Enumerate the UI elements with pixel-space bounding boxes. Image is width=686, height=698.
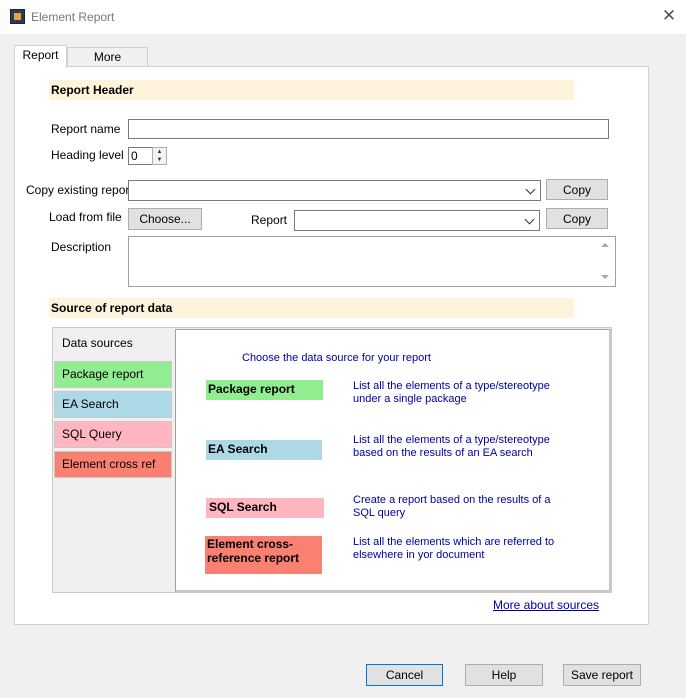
source-section: Source of report data [49,298,574,318]
ea-search-description: List all the elements of a type/stereoty… [353,434,550,459]
tab-more-settings[interactable]: More settings... [67,47,148,83]
heading-level-input[interactable]: 0 [128,147,153,165]
copy-button-2[interactable]: Copy [546,208,608,229]
tab-data-sources[interactable]: Data sources [54,330,172,357]
description-textarea[interactable] [128,236,616,287]
chevron-down-icon[interactable] [525,184,536,195]
cancel-button[interactable]: Cancel [366,664,443,686]
report-combo[interactable] [294,210,540,231]
tab-element-cross-ref[interactable]: Element cross ref [54,451,172,478]
data-source-heading: Choose the data source for your report [242,352,431,364]
chevron-down-icon[interactable] [524,214,535,225]
description-label: Description [51,240,112,254]
ea-search-option[interactable]: EA Search [206,440,322,460]
close-icon[interactable]: ✕ [660,6,678,26]
scroll-up-icon[interactable] [601,243,609,247]
heading-level-label: Heading level [51,148,124,162]
choose-button[interactable]: Choose... [128,208,202,230]
package-report-option[interactable]: Package report [206,380,323,400]
load-from-file-label: Load from file [49,210,122,224]
sql-search-option[interactable]: SQL Search [206,498,324,518]
help-button[interactable]: Help [465,664,543,686]
report-name-label: Report name [51,122,121,136]
sql-search-description: Create a report based on the results of … [353,494,551,519]
scroll-down-icon[interactable] [601,275,609,279]
tab-ea-search[interactable]: EA Search [54,391,172,418]
save-report-button[interactable]: Save report [563,664,641,686]
tab-report[interactable]: Report [14,45,67,68]
copy-existing-label: Copy existing report [26,183,133,197]
spin-up-icon[interactable]: ▲ [153,148,166,156]
app-icon [10,9,25,24]
report-header-section: Report Header [49,80,574,100]
tab-sql-query[interactable]: SQL Query [54,421,172,448]
package-report-description: List all the elements of a type/stereoty… [353,380,550,405]
tab-package-report[interactable]: Package report [54,361,172,388]
element-cross-reference-option[interactable]: Element cross-reference report [205,536,322,574]
window-title: Element Report [31,10,115,24]
element-cross-reference-description: List all the elements which are referred… [353,536,555,561]
heading-level-stepper[interactable]: ▲ ▼ [152,147,167,165]
report-label: Report [251,213,288,227]
more-about-sources-link[interactable]: More about sources [493,598,599,612]
spin-down-icon[interactable]: ▼ [153,156,166,164]
copy-button[interactable]: Copy [546,179,608,200]
copy-existing-combo[interactable] [128,180,541,201]
report-name-input[interactable] [128,119,609,139]
